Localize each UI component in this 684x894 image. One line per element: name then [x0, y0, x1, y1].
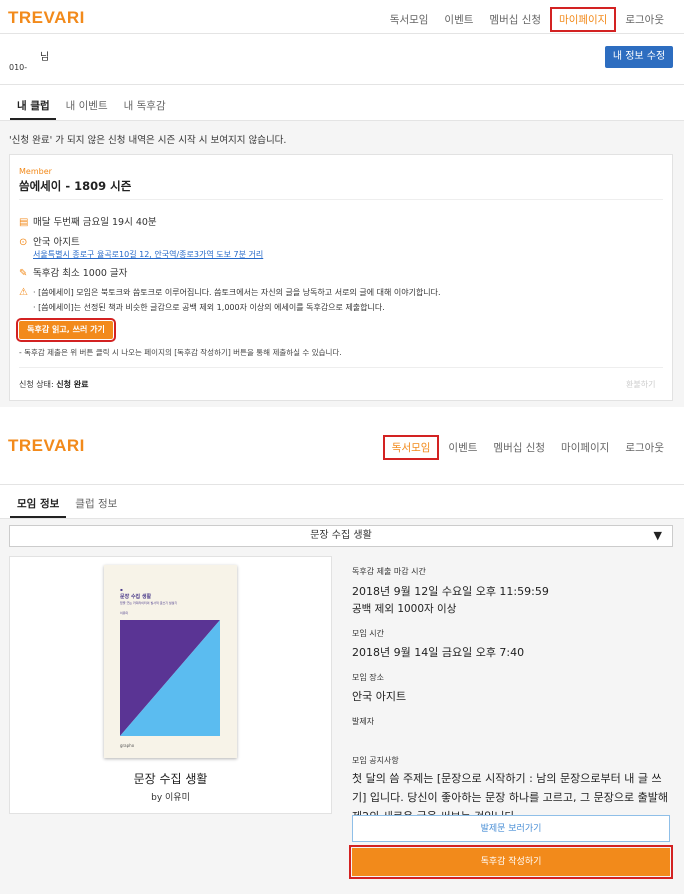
tab-club-info[interactable]: 클럽 정보: [67, 496, 125, 511]
nav-event[interactable]: 이벤트: [436, 12, 481, 27]
nav-logout-2[interactable]: 로그아웃: [617, 440, 672, 455]
top-nav: 독서모임 이벤트 멤버십 신청 마이페이지 로그아웃: [382, 7, 672, 32]
cover-author: 이유미: [120, 611, 129, 615]
tab-meeting-info[interactable]: 모임 정보: [9, 496, 67, 511]
essay-read-write-button[interactable]: 독후감 읽고, 쓰러 가기: [16, 318, 116, 342]
pencil-icon: ✎: [19, 268, 28, 279]
nav-reading-club[interactable]: 독서모임: [382, 12, 437, 27]
nav-membership[interactable]: 멤버십 신청: [481, 12, 549, 27]
nav-logout[interactable]: 로그아웃: [617, 12, 672, 27]
min-length-row: ✎ 독후감 최소 1000 글자: [19, 268, 128, 279]
tab-my-essay[interactable]: 내 독후감: [116, 98, 174, 113]
place-label: 모임 장소: [352, 673, 384, 682]
book-cover[interactable]: ▪ 문장 수집 생활 밑줄 긋는 카피라이터의 필사적 글쓰기 필살기 이유미 …: [104, 565, 237, 758]
trevari-logo-2[interactable]: TREVARI: [8, 436, 85, 456]
meeting-select[interactable]: 문장 수집 생활 ▼: [9, 525, 673, 547]
member-role: Member: [19, 167, 52, 176]
user-name: 님: [40, 52, 50, 63]
cover-publisher: grapho: [120, 743, 135, 748]
place-value: 안국 아지트: [352, 690, 407, 703]
trevari-logo[interactable]: TREVARI: [8, 8, 85, 28]
schedule-row: ▤ 매달 두번째 금요일 19시 40분: [19, 217, 157, 228]
refund-link[interactable]: 환불하기: [626, 379, 655, 390]
location-pin-icon: ⊙: [19, 237, 28, 248]
nav-mypage[interactable]: 마이페이지: [550, 7, 617, 32]
presenter-label: 발제자: [352, 717, 375, 726]
mypage-tabs: 내 클럽 내 이벤트 내 독후감: [9, 98, 174, 113]
deadline-label: 독후감 제출 마감 시간: [352, 567, 426, 576]
book-author: by 이유미: [151, 793, 190, 803]
notice-label: 모임 공지사항: [352, 756, 399, 765]
cover-art: [120, 620, 220, 736]
deadline-note: 공백 제외 1000자 이상: [352, 603, 457, 615]
essay-note: - 독후감 제출은 위 버튼 클릭 시 나오는 페이지의 [독후감 작성하기] …: [19, 348, 342, 357]
tab-my-club[interactable]: 내 클럽: [9, 98, 58, 113]
book-title: 문장 수집 생활: [133, 772, 208, 786]
meeting-select-value: 문장 수집 생활: [310, 530, 372, 541]
time-value: 2018년 9월 14일 금요일 오후 7:40: [352, 646, 525, 659]
calendar-icon: ▤: [19, 217, 29, 228]
tab-my-event[interactable]: 내 이벤트: [58, 98, 116, 113]
top-nav-2: 독서모임 이벤트 멤버십 신청 마이페이지 로그아웃: [382, 435, 672, 460]
write-essay-button[interactable]: 독후감 작성하기: [349, 845, 673, 879]
deadline-value: 2018년 9월 12일 수요일 오후 11:59:59: [352, 585, 549, 598]
nav-mypage-2[interactable]: 마이페이지: [553, 440, 617, 455]
meeting-tabs: 모임 정보 클럽 정보: [9, 496, 125, 511]
place-address-link[interactable]: 서울특별시 종로구 율곡로10길 12, 안국역/종로3가역 도보 7분 거리: [33, 249, 263, 260]
nav-event-2[interactable]: 이벤트: [440, 440, 485, 455]
cover-title: 문장 수집 생활: [120, 594, 152, 600]
warning-icon: ⚠: [19, 287, 28, 298]
user-phone: 010-: [9, 63, 28, 72]
notice-text: '신청 완료' 가 되지 않은 신청 내역은 시즌 시작 시 보여지지 않습니다…: [9, 135, 287, 146]
view-presentation-button[interactable]: 발제문 보러가기: [352, 815, 670, 842]
place-row: ⊙ 안국 아지트: [19, 237, 80, 248]
edit-profile-button[interactable]: 내 정보 수정: [605, 46, 673, 68]
nav-membership-2[interactable]: 멤버십 신청: [485, 440, 553, 455]
nav-reading-club-2[interactable]: 독서모임: [382, 435, 440, 460]
dropdown-arrow-icon: ▼: [653, 529, 662, 542]
meeting-details: 독후감 제출 마감 시간 2018년 9월 12일 수요일 오후 11:59:5…: [352, 566, 674, 826]
club-title: 씀에세이 - 1809 시즌: [19, 179, 132, 193]
application-status: 신청 상태: 신청 완료: [19, 380, 89, 389]
rules-block: ⚠ · [씀에세이] 모임은 북토크와 씀토크로 이루어집니다. 씀토크에서는 자…: [19, 287, 441, 312]
cover-subtitle: 밑줄 긋는 카피라이터의 필사적 글쓰기 필살기: [120, 601, 178, 605]
time-label: 모임 시간: [352, 629, 384, 638]
